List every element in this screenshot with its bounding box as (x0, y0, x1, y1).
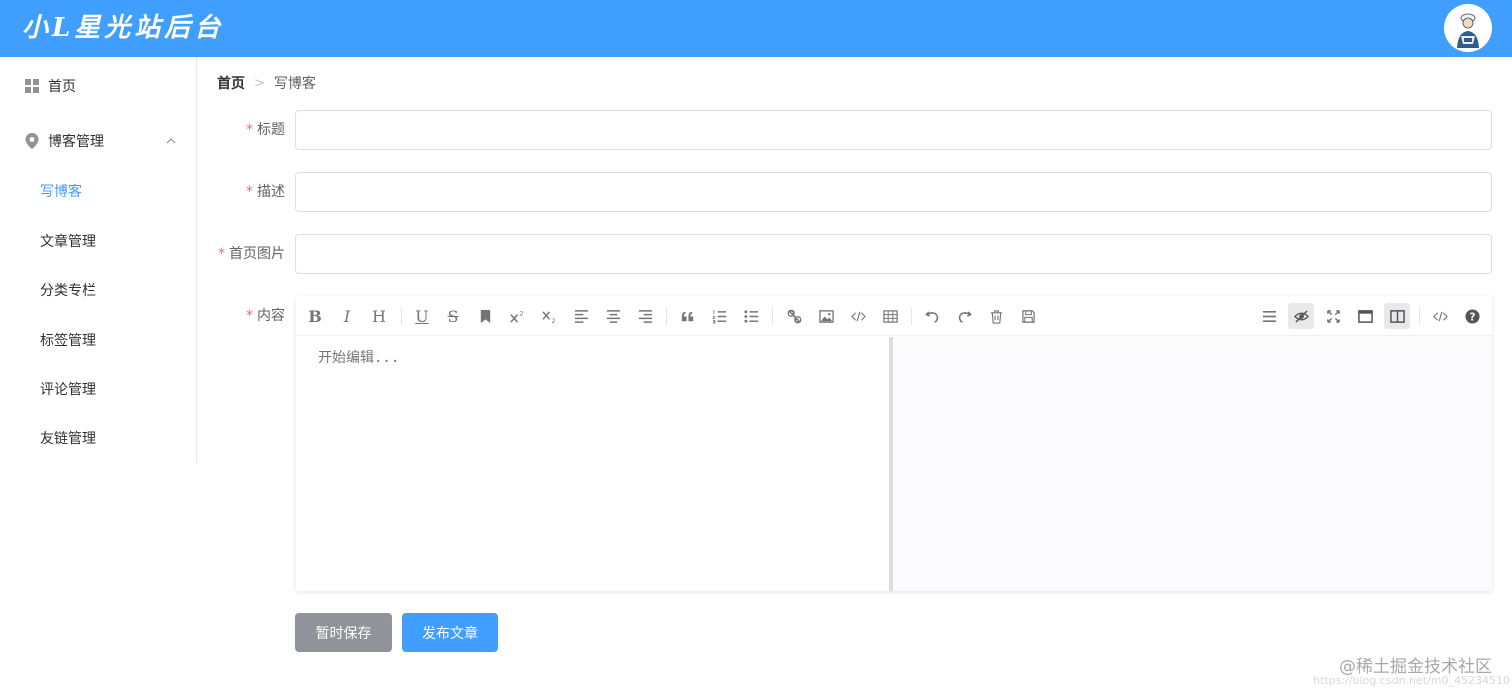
sidebar-item-label: 首页 (48, 79, 76, 95)
sidebar-menu: 首页 博客管理 写博客 文章管理 分类专栏 标签管理 评论管理 友链管理 (0, 57, 197, 463)
sidebar-item-write-blog[interactable]: 写博客 (0, 166, 196, 216)
toolbar-divider (911, 308, 912, 325)
sidebar-item-articles[interactable]: 文章管理 (0, 216, 196, 266)
sidebar-item-label: 友链管理 (40, 431, 96, 447)
sidebar-item-categories[interactable]: 分类专栏 (0, 265, 196, 315)
toolbar-divider (772, 308, 773, 325)
content-label: * 内容 (246, 308, 285, 324)
breadcrumb-separator: > (254, 75, 265, 91)
user-avatar-icon[interactable] (1444, 4, 1492, 52)
help-icon[interactable]: ? (1459, 303, 1485, 329)
sidebar-item-label: 文章管理 (40, 234, 96, 250)
editor-preview-pane (893, 337, 1492, 591)
strikethrough-icon[interactable]: S (440, 303, 466, 329)
chevron-up-icon (166, 116, 176, 166)
bold-icon[interactable]: B (302, 303, 328, 329)
breadcrumb: 首页 > 写博客 (217, 73, 316, 93)
publish-button[interactable]: 发布文章 (402, 613, 498, 652)
sidebar-item-label: 分类专栏 (40, 283, 96, 299)
sidebar-item-blog-management[interactable]: 博客管理 (0, 116, 196, 166)
sidebar-item-comments[interactable]: 评论管理 (0, 364, 196, 414)
description-input[interactable] (295, 172, 1492, 212)
subfield-icon[interactable] (1384, 303, 1410, 329)
sidebar-item-home[interactable]: 首页 (0, 61, 196, 111)
sidebar-item-label: 评论管理 (40, 382, 96, 398)
title-input[interactable] (295, 110, 1492, 150)
markdown-editor: B I H U S 2 2 ? 开始编辑... (296, 296, 1492, 591)
svg-text:2: 2 (551, 317, 555, 324)
align-right-icon[interactable] (632, 303, 658, 329)
save-icon[interactable] (1015, 303, 1041, 329)
undo-icon[interactable] (919, 303, 945, 329)
mark-icon[interactable] (472, 303, 498, 329)
align-left-icon[interactable] (568, 303, 594, 329)
grid-icon (25, 61, 39, 111)
site-logo: 小L星光站后台 (22, 13, 225, 43)
watermark-url: https://blog.csdn.net/m0_45234510 (1313, 674, 1510, 687)
sidebar-item-links[interactable]: 友链管理 (0, 413, 196, 463)
image-icon[interactable] (813, 303, 839, 329)
breadcrumb-current: 写博客 (273, 76, 316, 92)
trash-icon[interactable] (983, 303, 1009, 329)
sidebar-item-tags[interactable]: 标签管理 (0, 315, 196, 365)
breadcrumb-home-link[interactable]: 首页 (217, 73, 245, 93)
svg-text:?: ? (1469, 311, 1475, 323)
save-draft-button[interactable]: 暂时保存 (295, 613, 392, 652)
fullscreen-icon[interactable] (1320, 303, 1346, 329)
sidebar-item-label: 标签管理 (40, 333, 96, 349)
toolbar-divider (401, 308, 402, 325)
top-header: 小L星光站后台 (0, 0, 1512, 57)
read-mode-icon[interactable] (1352, 303, 1378, 329)
navigation-icon[interactable] (1256, 303, 1282, 329)
preview-toggle-icon[interactable] (1288, 303, 1314, 329)
unordered-list-icon[interactable] (738, 303, 764, 329)
code-icon[interactable] (845, 303, 871, 329)
subscript-icon[interactable]: 2 (536, 303, 562, 329)
toolbar-divider (666, 308, 667, 325)
editor-input-pane (296, 337, 889, 591)
link-icon[interactable] (781, 303, 807, 329)
toolbar-divider (1419, 308, 1420, 325)
italic-icon[interactable]: I (334, 303, 360, 329)
description-label: * 描述 (246, 184, 285, 200)
ordered-list-icon[interactable] (706, 303, 732, 329)
table-icon[interactable] (877, 303, 903, 329)
header-icon[interactable]: H (366, 303, 392, 329)
svg-text:2: 2 (519, 309, 523, 317)
align-center-icon[interactable] (600, 303, 626, 329)
quote-icon[interactable] (674, 303, 700, 329)
superscript-icon[interactable]: 2 (504, 303, 530, 329)
cover-image-label: * 首页图片 (218, 246, 285, 262)
sidebar-item-label: 博客管理 (48, 134, 104, 150)
location-icon (25, 116, 39, 166)
title-label: * 标题 (246, 122, 285, 138)
underline-icon[interactable]: U (409, 303, 435, 329)
editor-toolbar: B I H U S 2 2 ? (296, 296, 1492, 336)
redo-icon[interactable] (951, 303, 977, 329)
cover-image-input[interactable] (295, 234, 1492, 274)
sidebar-item-label: 写博客 (40, 184, 82, 200)
html-code-icon[interactable] (1427, 303, 1453, 329)
content-textarea[interactable] (296, 337, 889, 591)
